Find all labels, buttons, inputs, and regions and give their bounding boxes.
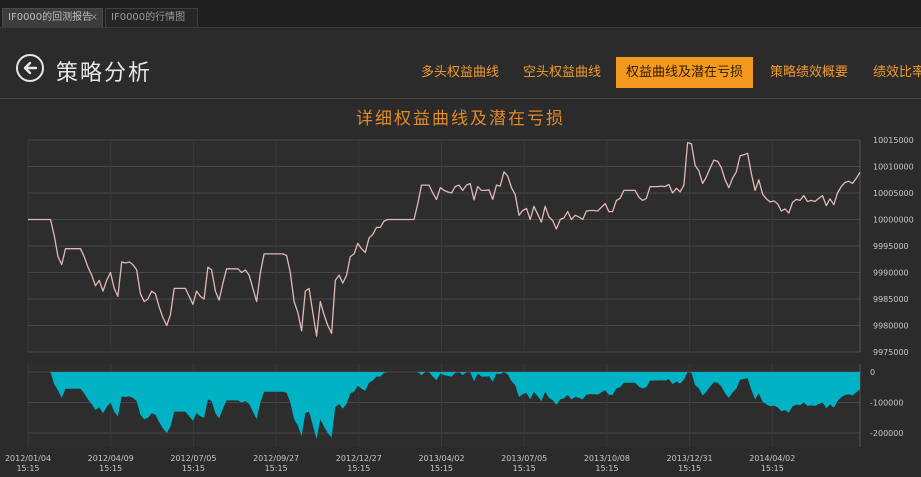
x-tick-time: 15:15 <box>430 464 453 473</box>
x-tick-time: 15:15 <box>265 464 288 473</box>
drawdown-y-tick-label: -200000 <box>870 429 903 438</box>
x-tick-date: 2013/12/31 <box>667 454 713 463</box>
x-tick-time: 15:15 <box>99 464 122 473</box>
x-tick-date: 2012/01/04 <box>5 454 51 463</box>
equity-y-tick-label: 9975000 <box>873 348 909 357</box>
drawdown-y-tick-label: -100000 <box>870 399 903 408</box>
x-tick-date: 2012/04/09 <box>88 454 134 463</box>
drawdown-y-tick-label: 0 <box>870 368 875 377</box>
x-tick-time: 15:15 <box>347 464 370 473</box>
x-tick-date: 2013/10/08 <box>584 454 630 463</box>
equity-y-tick-label: 9990000 <box>873 269 909 278</box>
x-tick-date: 2014/04/02 <box>749 454 795 463</box>
x-tick-time: 15:15 <box>761 464 784 473</box>
x-tick-time: 15:15 <box>678 464 701 473</box>
equity-y-tick-label: 9980000 <box>873 322 909 331</box>
x-tick-time: 15:15 <box>182 464 205 473</box>
equity-y-tick-label: 10005000 <box>873 189 914 198</box>
equity-y-tick-label: 10000000 <box>873 216 914 225</box>
equity-y-tick-label: 9995000 <box>873 242 909 251</box>
x-tick-date: 2013/04/02 <box>418 454 464 463</box>
x-tick-date: 2012/12/27 <box>336 454 382 463</box>
equity-y-tick-label: 10010000 <box>873 163 914 172</box>
equity-y-tick-label: 9985000 <box>873 295 909 304</box>
x-tick-time: 15:15 <box>16 464 39 473</box>
x-tick-time: 15:15 <box>513 464 536 473</box>
x-tick-date: 2012/07/05 <box>170 454 216 463</box>
x-tick-date: 2013/07/05 <box>501 454 547 463</box>
x-tick-time: 15:15 <box>595 464 618 473</box>
equity-y-tick-label: 10015000 <box>873 136 914 145</box>
equity-drawdown-chart: 10015000 10010000 10005000 10000000 9995000 9… <box>5 136 914 473</box>
x-tick-date: 2012/09/27 <box>253 454 299 463</box>
